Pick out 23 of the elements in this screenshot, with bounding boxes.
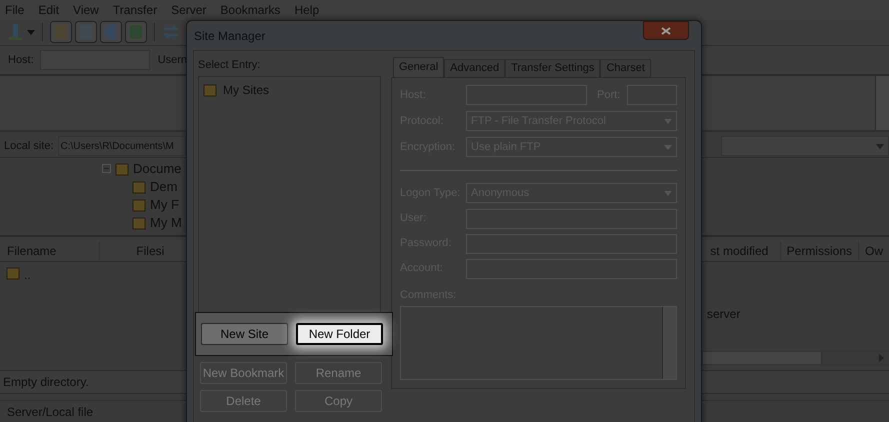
close-icon[interactable] (661, 26, 671, 34)
collapse-icon[interactable] (102, 164, 111, 174)
scrollbar[interactable] (875, 76, 889, 130)
dialog-button[interactable]: New Folder (296, 322, 383, 344)
toolbar-icon[interactable] (50, 21, 72, 44)
toolbar-icon[interactable] (100, 21, 122, 44)
toolbar-icon[interactable] (125, 21, 147, 44)
folder-icon (132, 198, 146, 212)
comments-field[interactable] (400, 306, 677, 380)
file-name[interactable]: .. (24, 266, 31, 284)
close-button[interactable] (643, 21, 689, 40)
folder-icon (6, 266, 20, 280)
folder-icon (132, 180, 146, 194)
server-icon[interactable] (8, 23, 24, 42)
dialog-button[interactable]: New Site (201, 322, 288, 344)
caret-icon[interactable] (27, 30, 35, 35)
folder-icon (203, 82, 217, 96)
scrollbar[interactable] (662, 306, 676, 378)
toolbar-icon[interactable] (75, 21, 97, 44)
refresh-icon[interactable] (162, 23, 180, 42)
folder-icon (132, 216, 146, 230)
folder-icon (115, 162, 129, 176)
caret-icon[interactable] (876, 144, 884, 149)
